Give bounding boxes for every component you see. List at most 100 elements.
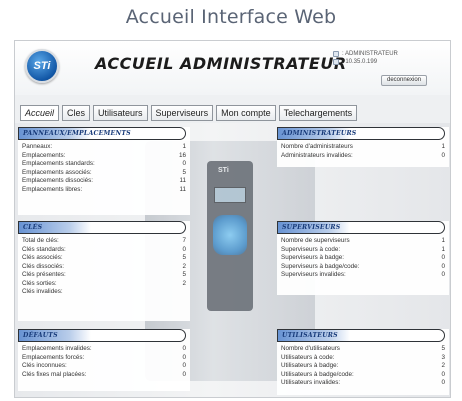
stat-row: Emplacements invalides: 0	[22, 345, 186, 354]
stat-label: Administrateurs invalides:	[281, 151, 353, 159]
stat-row: Emplacements: 16	[22, 152, 186, 161]
stat-value: 11	[179, 177, 186, 184]
stat-row: Utilisateurs invalides: 0	[281, 379, 445, 388]
stat-row: Administrateurs invalides: 0	[281, 152, 445, 161]
stat-label: Emplacements:	[22, 151, 66, 159]
stat-label: Nombre d'administrateurs	[281, 143, 353, 150]
stat-value: 1	[441, 245, 445, 253]
stat-label: Clés associés:	[22, 254, 63, 261]
device-screen	[214, 187, 246, 203]
user-info: : ADMINISTRATEUR	[333, 51, 398, 57]
stat-row: Utilisateurs à badge/code: 0	[281, 371, 445, 380]
stat-row: Superviseurs à code: 1	[281, 246, 445, 255]
stat-label: Superviseurs invalides:	[281, 271, 346, 278]
stat-value: 5	[441, 345, 445, 352]
stat-label: Utilisateurs à badge:	[281, 362, 339, 369]
logout-button[interactable]: deconnexion	[381, 75, 428, 86]
stat-value: 5	[182, 254, 186, 261]
stat-row: Clés présentes: 5	[22, 271, 186, 280]
stat-value: 0	[441, 262, 445, 270]
stat-value: 2	[441, 362, 445, 369]
tab-cles[interactable]: Cles	[62, 105, 91, 121]
tab-superviseurs[interactable]: Superviseurs	[150, 105, 214, 121]
stat-row: Nombre de superviseurs 1	[281, 237, 445, 246]
stat-row: Superviseurs invalides: 0	[281, 271, 445, 280]
device-keypad	[213, 215, 247, 255]
device-logo: STi	[218, 167, 229, 174]
stat-value: 1	[182, 143, 186, 150]
tab-accueil[interactable]: Accueil	[20, 105, 60, 121]
stat-value: 7	[182, 237, 186, 244]
stat-row: Nombre d'administrateurs 1	[281, 143, 445, 152]
stat-label: Superviseurs à badge/code:	[281, 262, 360, 270]
stat-value: 0	[441, 254, 445, 261]
stat-value: 0	[182, 353, 186, 361]
stat-value: 0	[441, 271, 445, 278]
stat-value: 2	[182, 262, 186, 270]
stat-label: Utilisateurs invalides:	[281, 379, 341, 386]
stat-row: Superviseurs à badge/code: 0	[281, 263, 445, 272]
page-title: Accueil Interface Web	[125, 6, 337, 28]
stat-value: 5	[182, 168, 186, 176]
panel-header: ADMINISTRATEURS	[277, 127, 445, 140]
user-icon	[333, 51, 339, 57]
tab-mon-compte[interactable]: Mon compte	[216, 105, 276, 121]
panel-superviseurs: SUPERVISEURS Nombre de superviseurs 1 Sup…	[277, 221, 449, 295]
panel-rows: Total de clés: 7 Clés standards: 0 Clés as…	[18, 234, 190, 299]
stat-row: Nombre d'utilisateurs 5	[281, 345, 445, 354]
stat-row: Emplacements associés: 5	[22, 169, 186, 178]
panel-header: PANNEAUX/EMPLACEMENTS	[18, 127, 186, 140]
stat-value: 5	[182, 271, 186, 278]
stat-row: Clés invalides:	[22, 288, 186, 297]
stat-value: 1	[441, 143, 445, 150]
stat-label: Clés fixes mal placées:	[22, 370, 87, 378]
stat-row: Emplacements standards: 0	[22, 160, 186, 169]
panel-header: SUPERVISEURS	[277, 221, 445, 234]
stat-value: 2	[182, 279, 186, 287]
stat-label: Emplacements standards:	[22, 160, 95, 167]
stat-row: Clés dissociés: 2	[22, 263, 186, 272]
stat-label: Panneaux:	[22, 143, 53, 150]
panel-defauts: DÉFAUTS Emplacements invalides: 0 Emplace…	[18, 329, 190, 391]
stat-label: Clés sorties:	[22, 279, 57, 287]
panel-title: DÉFAUTS	[23, 332, 58, 339]
stat-label: Clés invalides:	[22, 288, 63, 295]
stat-value: 1	[441, 237, 445, 244]
stat-row: Total de clés: 7	[22, 237, 186, 246]
stat-label: Total de clés:	[22, 237, 59, 244]
panel-title: SUPERVISEURS	[282, 224, 341, 231]
panel-title: CLÉS	[23, 224, 43, 231]
tab-bar: Accueil Cles Utilisateurs Superviseurs M…	[20, 105, 358, 123]
stat-value: 3	[441, 353, 445, 361]
stat-row: Emplacements forcés: 0	[22, 354, 186, 363]
stat-value: 0	[182, 362, 186, 369]
stat-row: Clés fixes mal placées: 0	[22, 371, 186, 380]
stat-value: 0	[182, 160, 186, 167]
stat-label: Clés présentes:	[22, 271, 66, 278]
panel-title: UTILISATEURS	[282, 332, 338, 339]
panel-header: UTILISATEURS	[277, 329, 445, 342]
ip-label: : 10.35.0.199	[342, 59, 378, 65]
ip-info: : 10.35.0.199	[333, 59, 377, 65]
stat-label: Emplacements libres:	[22, 185, 83, 193]
stat-label: Emplacements invalides:	[22, 345, 92, 352]
stat-row: Superviseurs à badge: 0	[281, 254, 445, 263]
stat-row: Clés associés: 5	[22, 254, 186, 263]
stat-value: 0	[441, 370, 445, 378]
user-label: : ADMINISTRATEUR	[342, 51, 398, 57]
stat-label: Emplacements associés:	[22, 168, 92, 176]
stat-value: 0	[441, 379, 445, 386]
panel-title: PANNEAUX/EMPLACEMENTS	[23, 130, 131, 137]
tab-utilisateurs[interactable]: Utilisateurs	[93, 105, 148, 121]
stat-label: Emplacements dissociés:	[22, 177, 94, 184]
panel-rows: Nombre d'administrateurs 1 Administrateur…	[277, 140, 449, 162]
admin-title: ACCUEIL ADMINISTRATEUR	[95, 54, 347, 73]
stat-value: 0	[182, 345, 186, 352]
stat-value: 0	[182, 370, 186, 378]
stat-value: 0	[182, 245, 186, 253]
panel-utilisateurs: UTILISATEURS Nombre d'utilisateurs 5 Util…	[277, 329, 449, 395]
app-frame: STi ACCUEIL ADMINISTRATEUR : ADMINISTRAT…	[14, 40, 451, 398]
tab-telechargements[interactable]: Telechargements	[278, 105, 358, 121]
stat-value: 11	[179, 185, 186, 193]
header: STi ACCUEIL ADMINISTRATEUR : ADMINISTRAT…	[15, 41, 450, 95]
